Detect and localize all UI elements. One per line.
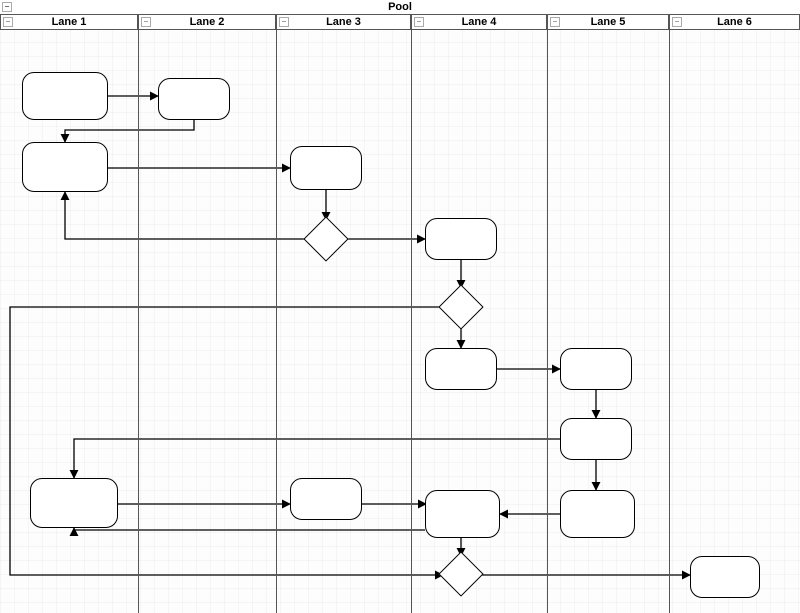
lane-collapse-icon[interactable]: −	[141, 17, 151, 27]
edge[interactable]	[74, 439, 560, 478]
lane-collapse-icon[interactable]: −	[414, 17, 424, 27]
lane-collapse-icon[interactable]: −	[279, 17, 289, 27]
gateway-node[interactable]	[438, 551, 483, 596]
task-node[interactable]	[22, 142, 108, 192]
task-node[interactable]	[30, 478, 118, 528]
lane-header-label: Lane 3	[326, 16, 361, 28]
task-node[interactable]	[425, 490, 500, 538]
lane-header-label: Lane 2	[190, 16, 225, 28]
gateway-node[interactable]	[303, 216, 348, 261]
lane-collapse-icon[interactable]: −	[3, 17, 13, 27]
lane-separator	[547, 30, 548, 613]
lane-header-label: Lane 6	[717, 16, 752, 28]
edges-layer	[0, 0, 800, 613]
task-node[interactable]	[158, 78, 230, 120]
diagram-canvas[interactable]: − Pool Lane 1 − Lane 2 − Lane 3 − Lane 4 − Lane …	[0, 0, 800, 613]
lane-separator	[276, 30, 277, 613]
lane-header-lane4: Lane 4	[411, 14, 547, 30]
lane-header-label: Lane 4	[462, 16, 497, 28]
task-node[interactable]	[425, 348, 497, 390]
pool-title: − Pool	[0, 0, 800, 15]
lane-header-lane2: Lane 2	[138, 14, 276, 30]
edge[interactable]	[74, 528, 425, 530]
lane-collapse-icon[interactable]: −	[672, 17, 682, 27]
pool-collapse-icon[interactable]: −	[2, 2, 12, 12]
task-node[interactable]	[22, 72, 108, 120]
lane-header-lane1: Lane 1	[0, 14, 138, 30]
task-node[interactable]	[560, 490, 635, 538]
gateway-node[interactable]	[438, 284, 483, 329]
lane-header-lane5: Lane 5	[547, 14, 669, 30]
lane-collapse-icon[interactable]: −	[550, 17, 560, 27]
lane-separator	[669, 30, 670, 613]
task-node[interactable]	[690, 556, 760, 598]
task-node[interactable]	[560, 418, 632, 460]
task-node[interactable]	[290, 478, 362, 520]
lane-header-lane3: Lane 3	[276, 14, 411, 30]
lane-separator	[411, 30, 412, 613]
lane-header-lane6: Lane 6	[669, 14, 800, 30]
task-node[interactable]	[425, 218, 497, 260]
edge[interactable]	[65, 192, 308, 239]
edge[interactable]	[65, 120, 194, 142]
lane-separator	[138, 30, 139, 613]
edge[interactable]	[10, 307, 443, 575]
task-node[interactable]	[560, 348, 632, 390]
lane-header-label: Lane 5	[591, 16, 626, 28]
pool-title-label: Pool	[388, 1, 412, 13]
lane-header-label: Lane 1	[52, 16, 87, 28]
task-node[interactable]	[290, 146, 362, 190]
